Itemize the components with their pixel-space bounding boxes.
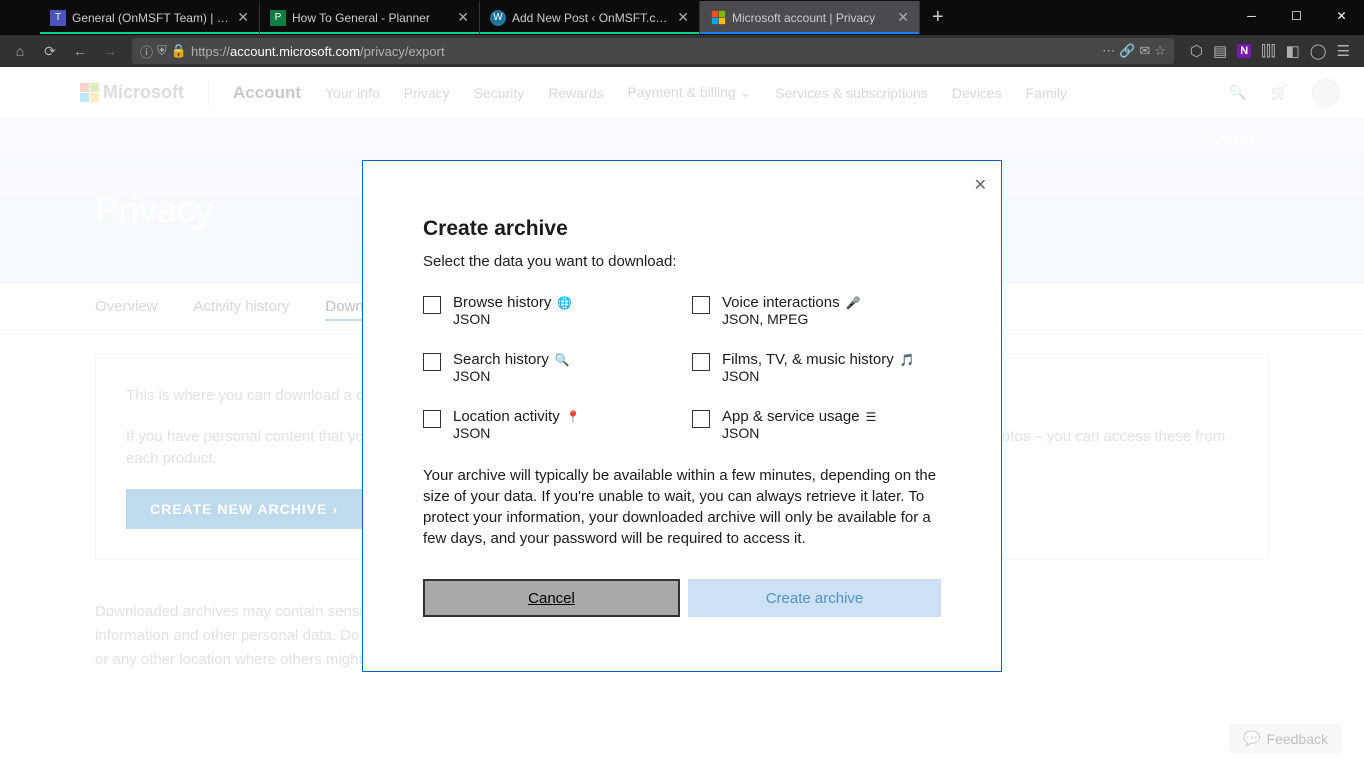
nav-bar: ⌂ ⟳ ← → ⓘ ⛨ 🔒 https://account.microsoft.… [0, 35, 1364, 67]
menu-icon[interactable]: ☰ [1337, 42, 1350, 60]
tab-title: Add New Post ‹ OnMSFT.com — W [512, 11, 671, 25]
microsoft-icon [710, 10, 726, 26]
maximize-button[interactable]: ☐ [1274, 0, 1319, 32]
browser-chrome: ─ ☐ ✕ T General (OnMSFT Team) | Micr ✕ P… [0, 0, 1364, 67]
modal-subtitle: Select the data you want to download: [423, 253, 941, 270]
cancel-button[interactable]: Cancel [423, 579, 680, 617]
checkbox[interactable] [692, 296, 710, 314]
option-search[interactable]: Search history 🔍 JSON [423, 351, 672, 384]
browser-tab[interactable]: P How To General - Planner ✕ [260, 1, 480, 34]
browser-tab[interactable]: T General (OnMSFT Team) | Micr ✕ [40, 1, 260, 34]
create-archive-submit-button[interactable]: Create archive [688, 579, 941, 617]
modal-overlay: ✕ Create archive Select the data you wan… [0, 67, 1364, 767]
more-icon[interactable]: ⋯ [1102, 43, 1115, 59]
option-apps[interactable]: App & service usage ☰ JSON [692, 408, 941, 441]
tab-title: General (OnMSFT Team) | Micr [72, 11, 231, 25]
checkbox[interactable] [423, 410, 441, 428]
option-browse-history[interactable]: Browse history 🌐 JSON [423, 294, 672, 327]
mic-icon: 🎤 [846, 296, 861, 310]
browser-tab[interactable]: W Add New Post ‹ OnMSFT.com — W ✕ [480, 1, 700, 34]
planner-icon: P [270, 10, 286, 26]
library-icon[interactable]: ⫿⫿⫿ [1261, 43, 1275, 60]
window-controls: ─ ☐ ✕ [1229, 0, 1364, 32]
minimize-button[interactable]: ─ [1229, 0, 1274, 32]
checkbox[interactable] [692, 353, 710, 371]
modal-disclaimer: Your archive will typically be available… [423, 465, 941, 549]
tab-title: Microsoft account | Privacy [732, 11, 891, 25]
toolbar-right: ⬡ ▤ N ⫿⫿⫿ ◧ ◯ ☰ [1182, 42, 1358, 60]
option-media[interactable]: Films, TV, & music history 🎵 JSON [692, 351, 941, 384]
onenote-icon[interactable]: N [1237, 44, 1251, 58]
teams-icon: T [50, 10, 66, 26]
bookmark-icon[interactable]: ☆ [1154, 43, 1166, 59]
account-icon[interactable]: ◯ [1310, 42, 1327, 60]
location-icon: 📍 [566, 410, 581, 424]
checkbox[interactable] [692, 410, 710, 428]
checkbox[interactable] [423, 296, 441, 314]
new-tab-button[interactable]: + [920, 6, 956, 29]
close-window-button[interactable]: ✕ [1319, 0, 1364, 32]
close-tab-icon[interactable]: ✕ [237, 9, 249, 26]
extension-icon[interactable]: ⬡ [1190, 42, 1203, 60]
option-voice[interactable]: Voice interactions 🎤 JSON, MPEG [692, 294, 941, 327]
tab-title: How To General - Planner [292, 11, 451, 25]
modal-title: Create archive [423, 217, 941, 241]
close-modal-button[interactable]: ✕ [974, 175, 987, 195]
music-icon: 🎵 [900, 353, 915, 367]
wordpress-icon: W [490, 10, 506, 26]
reload-button[interactable]: ⟳ [36, 37, 64, 65]
modal-buttons: Cancel Create archive [423, 579, 941, 617]
forward-button[interactable]: → [96, 37, 124, 65]
extension-icon[interactable]: ▤ [1213, 42, 1227, 60]
link-icon[interactable]: 🔗 [1119, 43, 1135, 59]
list-icon: ☰ [866, 410, 877, 424]
create-archive-modal: ✕ Create archive Select the data you wan… [362, 160, 1002, 672]
sidebar-icon[interactable]: ◧ [1286, 42, 1300, 60]
checkbox[interactable] [423, 353, 441, 371]
tab-strip: T General (OnMSFT Team) | Micr ✕ P How T… [0, 0, 1364, 35]
close-tab-icon[interactable]: ✕ [677, 9, 689, 26]
url-text: https://account.microsoft.com/privacy/ex… [191, 44, 1098, 59]
close-tab-icon[interactable]: ✕ [457, 9, 469, 26]
option-location[interactable]: Location activity 📍 JSON [423, 408, 672, 441]
shield-icon[interactable]: ⛨ [157, 43, 167, 59]
url-bar[interactable]: ⓘ ⛨ 🔒 https://account.microsoft.com/priv… [132, 38, 1174, 64]
back-button[interactable]: ← [66, 37, 94, 65]
globe-icon: 🌐 [557, 296, 572, 310]
close-tab-icon[interactable]: ✕ [897, 9, 909, 26]
mail-icon[interactable]: ✉ [1139, 43, 1150, 59]
search-icon: 🔍 [555, 353, 570, 367]
browser-tab-active[interactable]: Microsoft account | Privacy ✕ [700, 1, 920, 34]
info-icon[interactable]: ⓘ [140, 42, 153, 61]
options-grid: Browse history 🌐 JSON Voice interactions… [423, 294, 941, 441]
lock-icon[interactable]: 🔒 [171, 43, 187, 59]
home-button[interactable]: ⌂ [6, 37, 34, 65]
